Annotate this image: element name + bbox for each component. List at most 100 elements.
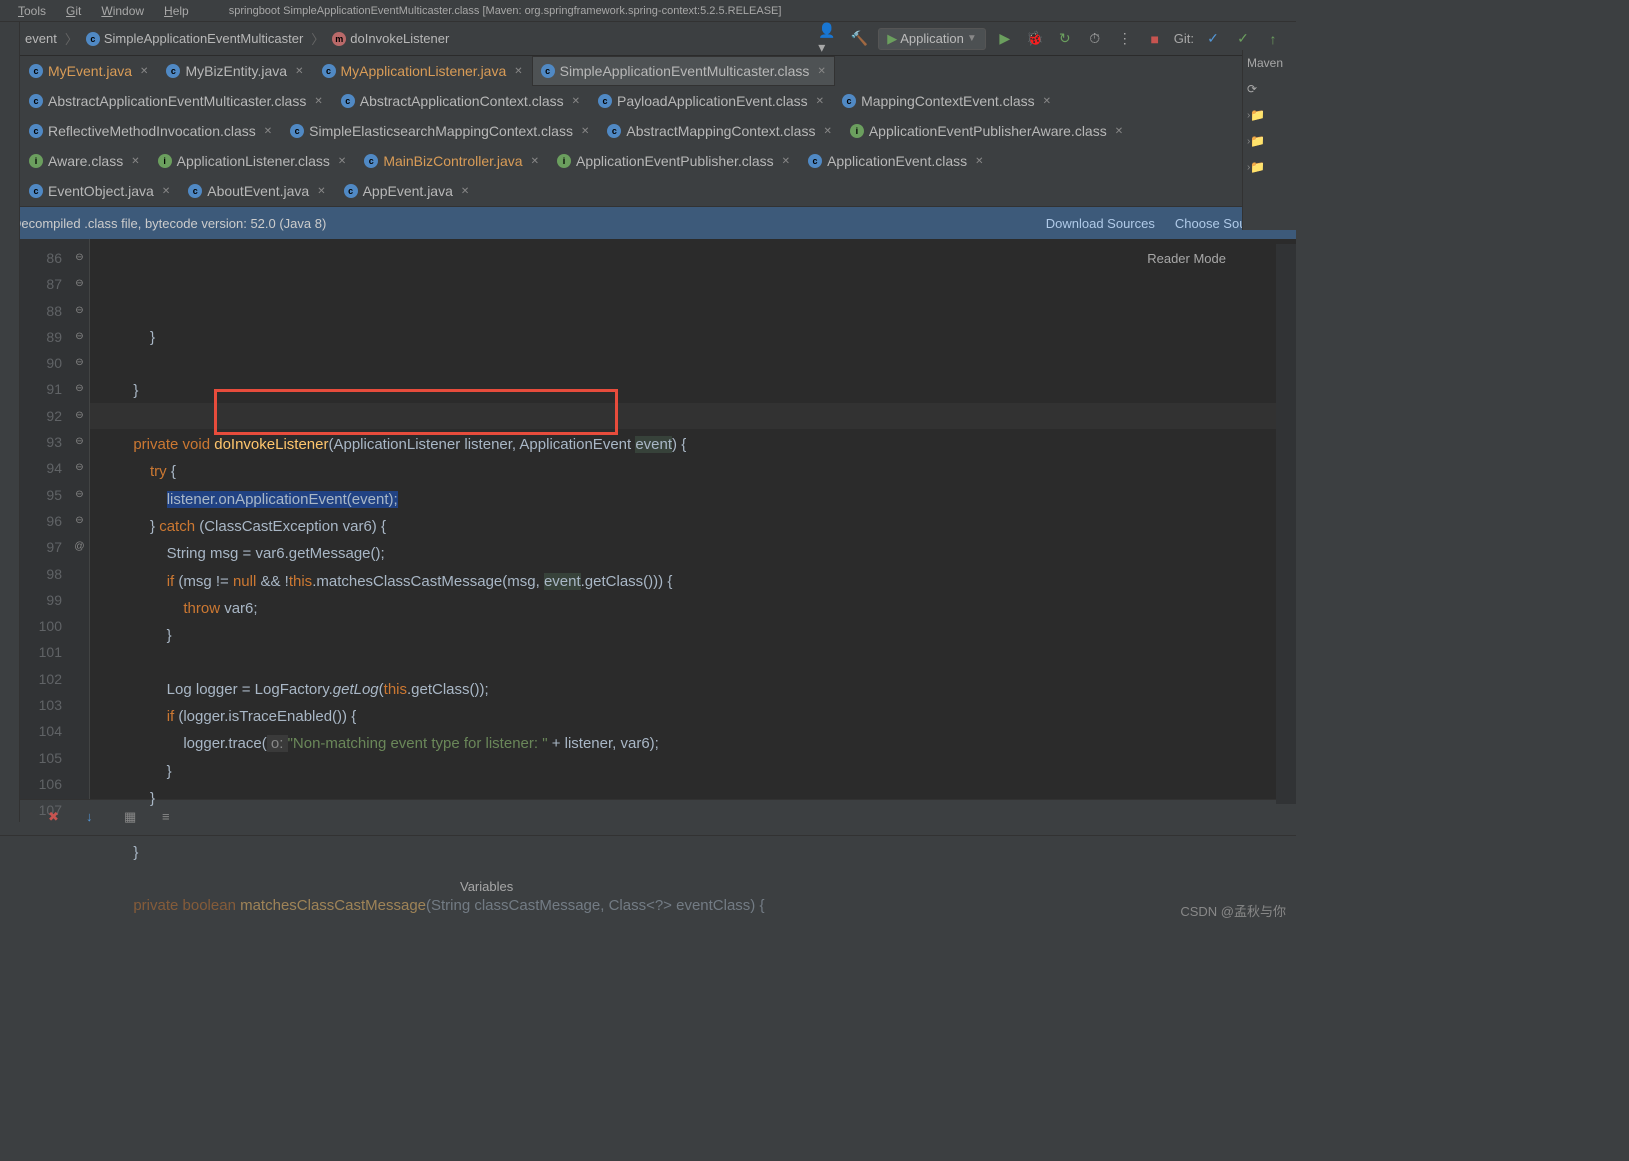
fold-marker[interactable]: ⊖ xyxy=(70,245,89,271)
fold-marker[interactable]: ⊖ xyxy=(70,482,89,508)
tool-row[interactable]: › 📁 xyxy=(1243,154,1296,180)
editor-tab[interactable]: cAppEvent.java✕ xyxy=(335,176,479,206)
fold-marker[interactable]: ⊖ xyxy=(70,298,89,324)
menu-help[interactable]: Help xyxy=(154,4,199,18)
user-icon[interactable]: 👤▾ xyxy=(818,28,840,50)
close-icon[interactable]: ✕ xyxy=(140,66,148,77)
fold-gutter[interactable]: ⊖⊖⊖⊖⊖⊖⊖⊖⊖⊖⊖@ xyxy=(70,239,90,799)
fold-marker[interactable]: ⊖ xyxy=(70,508,89,534)
editor-tab[interactable]: cAbstractMappingContext.class✕ xyxy=(598,116,840,146)
play-small-icon: ▶ xyxy=(887,31,897,47)
close-icon[interactable]: ✕ xyxy=(817,66,825,77)
list-icon[interactable]: ≡ xyxy=(162,809,180,827)
editor-tab[interactable]: cAboutEvent.java✕ xyxy=(179,176,334,206)
close-icon[interactable]: ✕ xyxy=(581,126,589,137)
stop-small-icon[interactable]: ✖ xyxy=(48,809,66,827)
close-icon[interactable]: ✕ xyxy=(782,156,790,167)
close-icon[interactable]: ✕ xyxy=(572,96,580,107)
editor-tab[interactable]: cReflectiveMethodInvocation.class✕ xyxy=(20,116,281,146)
editor-tab[interactable]: iApplicationEventPublisher.class✕ xyxy=(548,146,799,176)
code-editor[interactable]: 8687888990919293949596979899100101102103… xyxy=(0,239,1296,799)
fold-marker[interactable]: ⊖ xyxy=(70,350,89,376)
editor-tab[interactable]: iApplicationEventPublisherAware.class✕ xyxy=(841,116,1132,146)
close-icon[interactable]: ✕ xyxy=(338,156,346,167)
git-update-icon[interactable]: ✓ xyxy=(1202,28,1224,50)
stop-icon[interactable]: ■ xyxy=(1144,28,1166,50)
more-icon[interactable]: ⋮ xyxy=(1114,28,1136,50)
close-icon[interactable]: ✕ xyxy=(1043,96,1051,107)
tab-label: AbstractMappingContext.class xyxy=(626,123,815,139)
left-tool-strip[interactable] xyxy=(0,22,20,822)
close-icon[interactable]: ✕ xyxy=(162,186,170,197)
breadcrumb-sep: 〉 xyxy=(311,29,324,48)
debug-icon[interactable]: 🐞 xyxy=(1024,28,1046,50)
file-icon: c xyxy=(29,184,43,198)
reader-mode-toggle[interactable]: Reader Mode xyxy=(1147,251,1226,266)
editor-tab[interactable]: cMainBizController.java✕ xyxy=(355,146,548,176)
tab-label: SimpleApplicationEventMulticaster.class xyxy=(560,63,810,79)
tool-row[interactable]: › 📁 xyxy=(1243,128,1296,154)
maven-tool-tab[interactable]: Maven xyxy=(1243,50,1296,76)
breadcrumb-method[interactable]: mdoInvokeListener xyxy=(324,28,457,49)
download-sources-link[interactable]: Download Sources xyxy=(1046,216,1155,231)
fold-marker[interactable]: ⊖ xyxy=(70,271,89,297)
tab-label: AppEvent.java xyxy=(363,183,453,199)
fold-marker[interactable]: ⊖ xyxy=(70,403,89,429)
close-icon[interactable]: ✕ xyxy=(816,96,824,107)
editor-tab[interactable]: cMappingContextEvent.class✕ xyxy=(833,86,1060,116)
file-icon: i xyxy=(557,154,571,168)
close-icon[interactable]: ✕ xyxy=(295,66,303,77)
run-config-selector[interactable]: ▶ Application ▼ xyxy=(878,28,986,50)
file-icon: c xyxy=(598,94,612,108)
close-icon[interactable]: ✕ xyxy=(823,126,831,137)
menu-git[interactable]: Git xyxy=(56,4,91,18)
editor-tabs: cMyEvent.java✕cMyBizEntity.java✕cMyAppli… xyxy=(0,56,1296,207)
editor-tab[interactable]: cMyApplicationListener.java✕ xyxy=(313,56,532,86)
close-icon[interactable]: ✕ xyxy=(131,156,139,167)
hammer-icon[interactable]: 🔨 xyxy=(848,28,870,50)
git-push-icon[interactable]: ↑ xyxy=(1262,28,1284,50)
editor-tab[interactable]: cSimpleElasticsearchMappingContext.class… xyxy=(281,116,598,146)
file-icon: c xyxy=(29,64,43,78)
editor-tab[interactable]: iApplicationListener.class✕ xyxy=(149,146,356,176)
editor-tab[interactable]: iAware.class✕ xyxy=(20,146,149,176)
tab-label: MappingContextEvent.class xyxy=(861,93,1035,109)
close-icon[interactable]: ✕ xyxy=(461,186,469,197)
file-icon: c xyxy=(29,94,43,108)
close-icon[interactable]: ✕ xyxy=(264,126,272,137)
git-commit-icon[interactable]: ✓ xyxy=(1232,28,1254,50)
editor-tab[interactable]: cSimpleApplicationEventMulticaster.class… xyxy=(532,56,835,86)
breadcrumb-class[interactable]: cSimpleApplicationEventMulticaster xyxy=(78,28,311,49)
tab-label: MyEvent.java xyxy=(48,63,132,79)
code-area[interactable]: } } private void doInvokeListener(Applic… xyxy=(90,239,1296,799)
editor-tab[interactable]: cApplicationEvent.class✕ xyxy=(799,146,992,176)
editor-tab[interactable]: cAbstractApplicationContext.class✕ xyxy=(332,86,589,116)
fold-marker[interactable]: ⊖ xyxy=(70,429,89,455)
editor-tab[interactable]: cEventObject.java✕ xyxy=(20,176,179,206)
refresh-icon[interactable]: ⟳ xyxy=(1243,76,1296,102)
menu-window[interactable]: Window xyxy=(91,4,154,18)
run-icon[interactable]: ▶ xyxy=(994,28,1016,50)
breadcrumb-event[interactable]: event xyxy=(17,28,65,49)
close-icon[interactable]: ✕ xyxy=(314,96,322,107)
editor-tab[interactable]: cMyBizEntity.java✕ xyxy=(157,56,312,86)
editor-tab[interactable]: cAbstractApplicationEventMulticaster.cla… xyxy=(20,86,332,116)
git-label: Git: xyxy=(1174,31,1194,46)
tool-row[interactable]: › 📁 xyxy=(1243,102,1296,128)
banner-text: Decompiled .class file, bytecode version… xyxy=(12,216,326,231)
profile-icon[interactable]: ⏱ xyxy=(1084,28,1106,50)
coverage-icon[interactable]: ↻ xyxy=(1054,28,1076,50)
fold-marker[interactable]: ⊖ xyxy=(70,455,89,481)
fold-marker[interactable]: ⊖ xyxy=(70,376,89,402)
close-icon[interactable]: ✕ xyxy=(975,156,983,167)
editor-tab[interactable]: cPayloadApplicationEvent.class✕ xyxy=(589,86,833,116)
close-icon[interactable]: ✕ xyxy=(317,186,325,197)
menu-tools[interactable]: Tools xyxy=(8,4,56,18)
editor-tab[interactable]: c MyEvent.java ✕ xyxy=(20,56,157,86)
fold-marker[interactable]: ⊖ xyxy=(70,324,89,350)
close-icon[interactable]: ✕ xyxy=(531,156,539,167)
scrollbar-track[interactable] xyxy=(1276,244,1296,804)
fold-marker[interactable]: @ xyxy=(70,534,89,560)
close-icon[interactable]: ✕ xyxy=(1115,126,1123,137)
close-icon[interactable]: ✕ xyxy=(514,66,522,77)
